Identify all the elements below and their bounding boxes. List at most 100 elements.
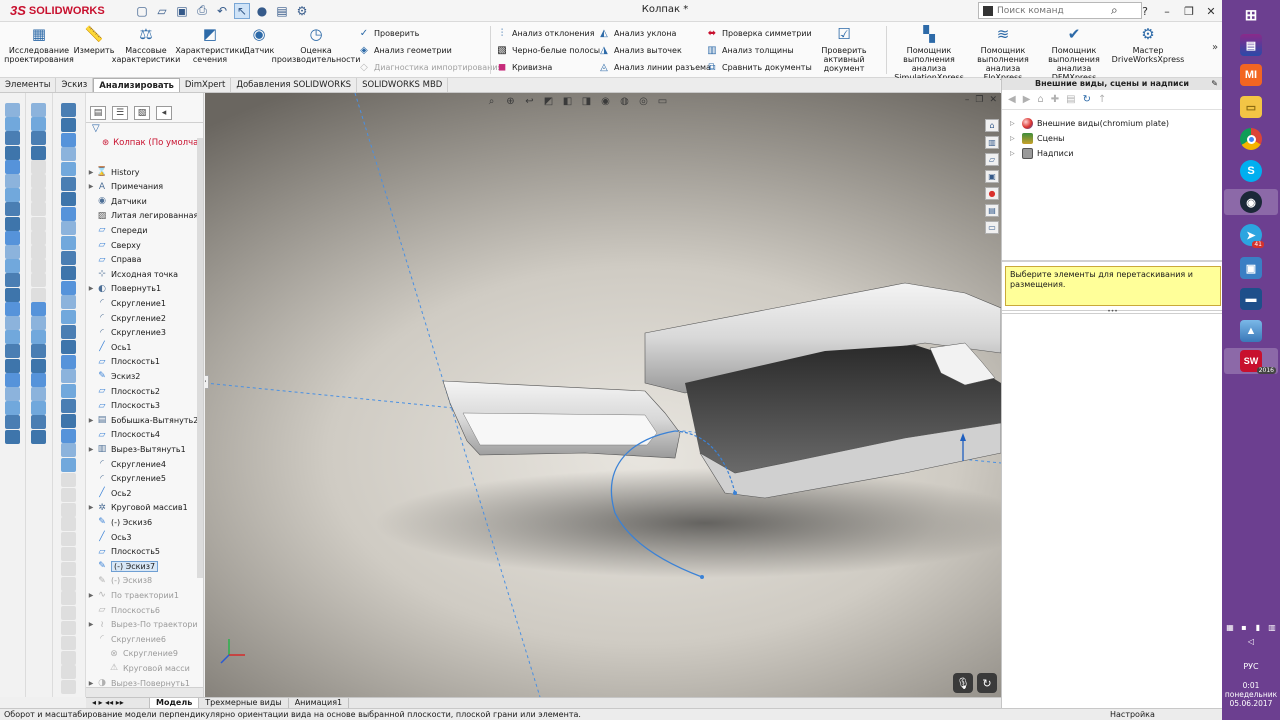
ribbon-more-icon[interactable]: » [1212, 42, 1218, 53]
thickness-analysis-button[interactable]: ▥ Анализ толщины [706, 43, 793, 57]
undercut-analysis-button[interactable]: ◮ Анализ выточек [598, 43, 682, 57]
tab-model[interactable]: Модель [150, 698, 200, 708]
forward-icon[interactable]: ▶ [1023, 94, 1031, 105]
compare-documents-button[interactable]: ⧉ Сравнить документы [706, 60, 811, 74]
tab-animation[interactable]: Анимация1 [289, 698, 350, 708]
toolbar-tool-icon[interactable] [61, 265, 76, 280]
toolbar-tool-icon[interactable] [5, 103, 20, 117]
mi-app-button[interactable]: MI [1236, 62, 1266, 88]
zebra-stripes-button[interactable]: ▧ Черно-белые полосы [496, 43, 600, 57]
rebuild-icon[interactable]: ● [254, 3, 270, 19]
design-library-icon[interactable]: ▥ [985, 136, 999, 149]
toolbar-tool-icon[interactable] [61, 369, 76, 384]
expand-arrow-icon[interactable]: ▷ [1010, 120, 1018, 127]
previous-view-icon[interactable]: ↩ [523, 95, 536, 108]
toolbar-tool-icon[interactable] [61, 413, 76, 428]
toolbar-tool-icon[interactable] [31, 216, 46, 231]
toolbar-tool-icon[interactable] [5, 344, 20, 359]
toolbar-tool-icon[interactable] [5, 230, 20, 245]
toolbar-tool-icon[interactable] [31, 174, 46, 188]
tree-item[interactable]: ▱ Плоскость4 [86, 428, 203, 442]
toolbar-tool-icon[interactable] [31, 259, 46, 274]
minimize-icon[interactable]: – [1156, 5, 1178, 18]
tree-item[interactable]: ▶ ≀ Вырез-По траектори [86, 618, 203, 632]
toolbar-tool-icon[interactable] [61, 635, 76, 650]
tree-item[interactable]: ◜ Скругление3 [86, 326, 203, 340]
toolbar-tool-icon[interactable] [5, 174, 20, 188]
section-properties-button[interactable]: ◩ Характеристики сечения [175, 24, 244, 64]
appearances-folder[interactable]: ▷ Внешние виды(chromium plate) [1002, 116, 1222, 131]
tree-item[interactable]: ▶ ⌛ History [86, 165, 203, 179]
tree-item[interactable]: ▨ Литая легированная [86, 209, 203, 223]
tree-item[interactable]: ▱ Плоскость6 [86, 603, 203, 617]
tab-dimxpert[interactable]: DimXpert [180, 78, 232, 92]
toolbar-tool-icon[interactable] [5, 401, 20, 416]
toolbar-tool-icon[interactable] [61, 221, 76, 236]
toolbar-tool-icon[interactable] [5, 387, 20, 401]
tray-app-icon[interactable]: ▪ [1239, 622, 1250, 633]
toolbar-tool-icon[interactable] [31, 372, 46, 387]
toolbar-tool-icon[interactable] [61, 280, 76, 295]
toolbar-tool-icon[interactable] [5, 273, 20, 288]
geometry-analysis-button[interactable]: ◈ Анализ геометрии [358, 43, 452, 57]
expand-arrow-icon[interactable]: ▷ [1010, 150, 1018, 157]
toolbar-tool-icon[interactable] [31, 103, 46, 117]
property-manager-tab-icon[interactable]: ☰ [112, 106, 128, 120]
tree-horizontal-scrollbar[interactable] [86, 687, 203, 697]
start-button[interactable]: ⊞ [1236, 2, 1266, 28]
view-orientation-icon[interactable]: ◧ [561, 95, 574, 108]
toolbar-tool-icon[interactable] [61, 325, 76, 339]
task-pane-splitter[interactable]: ••• [1002, 309, 1223, 315]
expand-arrow-icon[interactable]: ▶ [86, 446, 96, 453]
tray-battery-icon[interactable]: ▮ [1253, 622, 1264, 633]
search-icon[interactable]: ⌕ [1111, 3, 1118, 18]
toolbar-tool-icon[interactable] [61, 399, 76, 413]
tree-item[interactable]: ◜ Скругление4 [86, 457, 203, 471]
toolbar-tool-icon[interactable] [61, 576, 76, 591]
toolbar-tool-icon[interactable] [31, 145, 46, 160]
expand-arrow-icon[interactable]: ▶ [86, 621, 96, 628]
telegram-button[interactable]: ➤ 41 [1236, 222, 1266, 248]
toolbar-tool-icon[interactable] [61, 354, 76, 369]
floxpress-button[interactable]: ≋ Помощник выполнения анализа FloXpress [968, 24, 1038, 82]
tree-item[interactable]: ◜ Скругление6 [86, 632, 203, 646]
hide-show-items-icon[interactable]: ◉ [599, 95, 612, 108]
driveworksxpress-button[interactable]: ⚙ Мастер DriveWorksXpress [1110, 24, 1186, 64]
file-explorer-button[interactable]: ▭ [1236, 94, 1266, 120]
toolbar-tool-icon[interactable] [31, 131, 46, 146]
toolbar-tool-icon[interactable] [61, 251, 76, 265]
tree-item[interactable]: ⚠ Круговой масси [86, 661, 203, 675]
panel-collapse-icon[interactable]: › [205, 375, 209, 389]
toolbar-tool-icon[interactable] [61, 177, 76, 191]
open-document-icon[interactable]: ▱ [154, 3, 170, 19]
expand-arrow-icon[interactable]: ▶ [86, 504, 96, 511]
expand-arrow-icon[interactable]: ▶ [86, 285, 96, 292]
apply-scene-icon[interactable]: ◎ [637, 95, 650, 108]
toolbar-tool-icon[interactable] [5, 330, 20, 345]
toolbar-tool-icon[interactable] [5, 415, 20, 430]
curvature-button[interactable]: ◼ Кривизна [496, 60, 552, 74]
tray-volume-icon[interactable]: ◁ [1246, 636, 1257, 647]
input-language[interactable]: РУС [1222, 662, 1280, 671]
tab-nav-arrows[interactable]: ◂ ▸ ◂◂ ▸▸ [86, 698, 150, 708]
refresh-icon[interactable]: ↻ [1083, 94, 1091, 105]
toolbar-tool-icon[interactable] [31, 330, 46, 345]
tree-item[interactable]: ▱ Спереди [86, 223, 203, 237]
tree-item[interactable]: ✎ Эскиз2 [86, 369, 203, 383]
refresh-view-icon[interactable]: ↻ [977, 673, 997, 693]
scenes-folder[interactable]: ▷ Сцены [1002, 131, 1222, 146]
tree-item[interactable]: ⊗ Скругление9 [86, 647, 203, 661]
toolbar-tool-icon[interactable] [5, 429, 20, 444]
tray-signal-icon[interactable]: ▥ [1267, 622, 1278, 633]
toolbar-tool-icon[interactable] [61, 487, 76, 502]
toolbar-tool-icon[interactable] [31, 429, 46, 444]
expand-arrow-icon[interactable]: ▶ [86, 183, 96, 190]
save-icon[interactable]: ▣ [174, 3, 190, 19]
help-icon[interactable]: ? [1134, 5, 1156, 18]
tree-item[interactable]: ╱ Ось1 [86, 340, 203, 354]
toolbar-tool-icon[interactable] [31, 387, 46, 401]
toolbar-tool-icon[interactable] [61, 606, 76, 621]
search-input[interactable] [997, 5, 1107, 16]
tab-evaluate[interactable]: Анализировать [93, 78, 180, 92]
tree-item[interactable]: ▱ Сверху [86, 238, 203, 252]
